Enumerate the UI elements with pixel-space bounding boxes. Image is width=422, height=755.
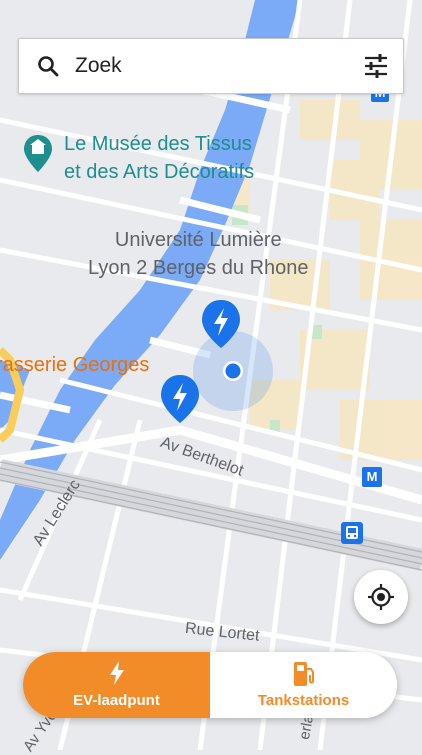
user-location-dot: [225, 363, 241, 379]
crosshair-location-icon: [368, 584, 394, 610]
metro-station-icon[interactable]: M: [362, 467, 382, 487]
fuel-pump-icon: [293, 662, 314, 686]
tab-tankstations[interactable]: Tankstations: [210, 652, 397, 718]
tab-ev-laadpunt[interactable]: EV-laadpunt: [23, 652, 210, 718]
tab-label: Tankstations: [257, 692, 350, 709]
search-bar[interactable]: Zoek: [18, 38, 404, 94]
tab-label: EV-laadpunt: [73, 692, 160, 709]
search-input[interactable]: Zoek: [75, 52, 122, 80]
filter-sliders-icon[interactable]: [363, 53, 389, 79]
lightning-bolt-icon: [109, 661, 124, 685]
poi-label-university[interactable]: Université Lumière Lyon 2 Berges du Rhon…: [88, 226, 309, 282]
poi-label-brasserie[interactable]: rasserie Georges: [0, 354, 149, 377]
station-type-toggle: EV-laadpunt Tankstations: [23, 652, 397, 718]
my-location-button[interactable]: [354, 570, 408, 624]
search-icon[interactable]: [37, 55, 59, 77]
poi-label-museum[interactable]: Le Musée des Tissus et des Arts Décorati…: [64, 130, 254, 186]
bus-station-icon[interactable]: [341, 522, 363, 544]
